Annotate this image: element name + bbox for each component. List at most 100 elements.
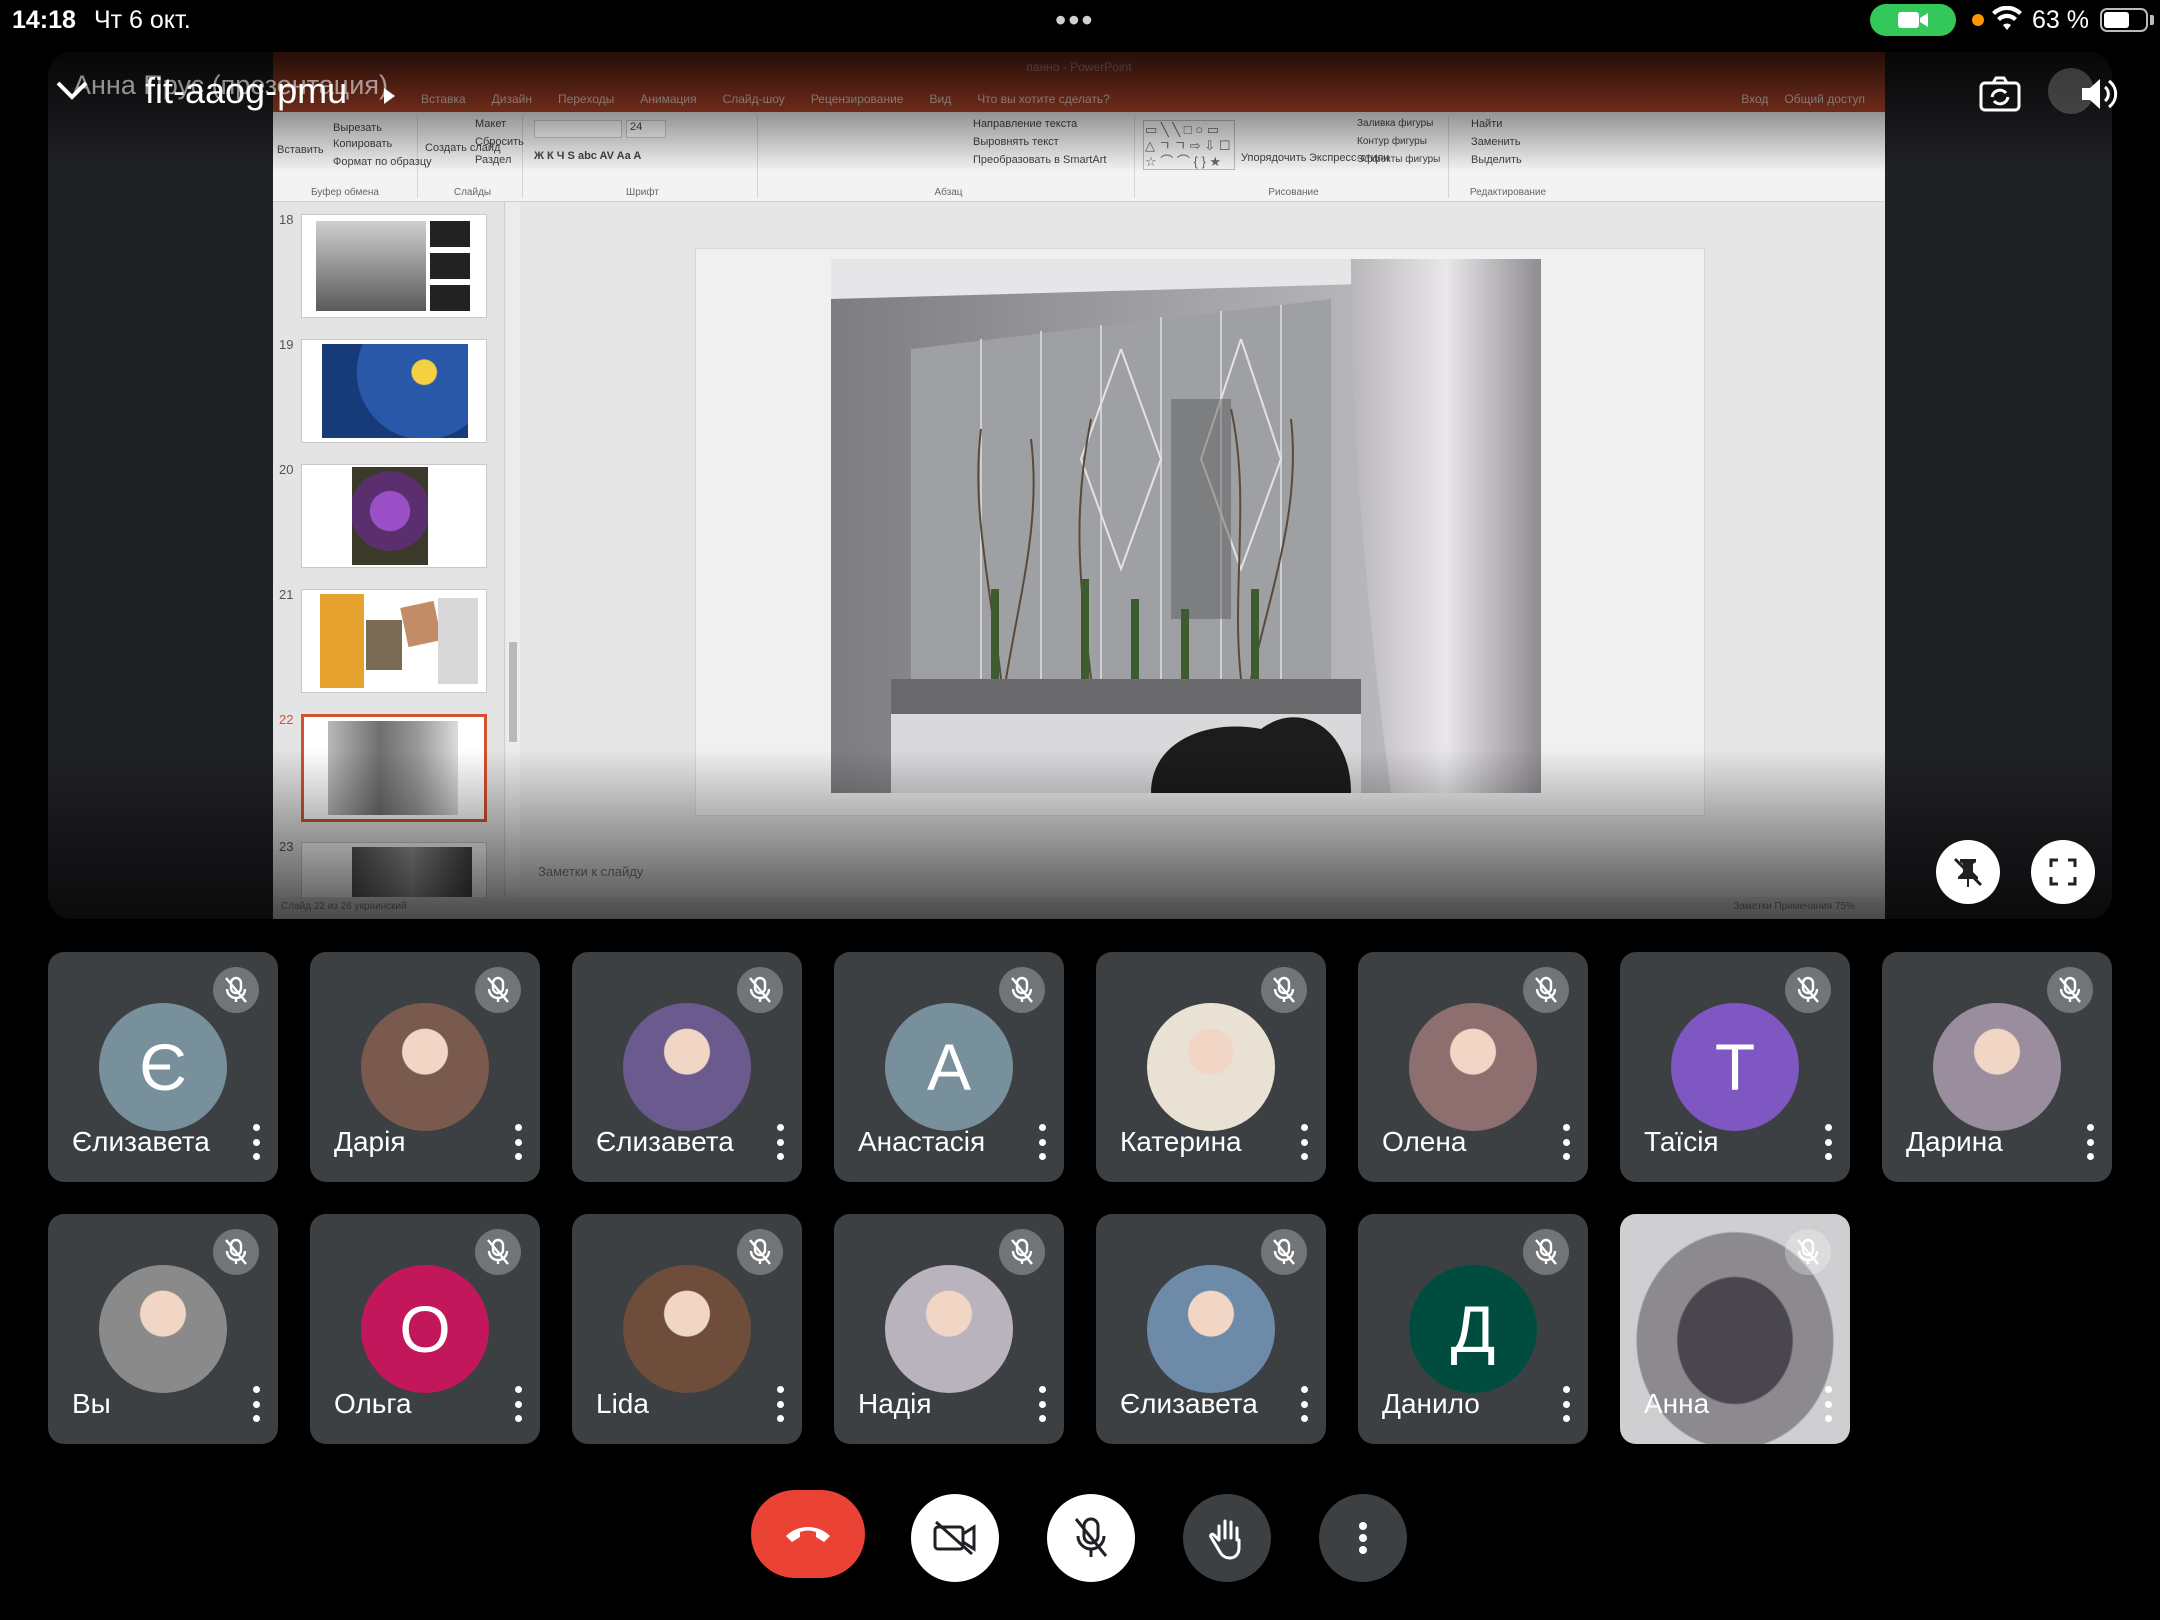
participant-tile[interactable]: Катерина <box>1096 952 1326 1182</box>
thumb-number: 21 <box>279 587 294 602</box>
end-call-button[interactable] <box>751 1490 865 1578</box>
participant-tile[interactable]: Д Данило <box>1358 1214 1588 1444</box>
hang-up-icon <box>786 1527 830 1542</box>
thumb-number: 18 <box>279 212 294 227</box>
participant-tile[interactable]: Дарія <box>310 952 540 1182</box>
unpin-button[interactable] <box>1936 840 2000 904</box>
participant-name: Анна <box>1644 1388 1710 1419</box>
participant-name: Єлизавета <box>72 1126 210 1157</box>
powerpoint-status-bar: Слайд 22 из 26 украинский Заметки Примеч… <box>273 897 1885 919</box>
participant-more-icon[interactable] <box>1823 1124 1833 1160</box>
camera-off-icon <box>933 1520 976 1556</box>
presentation-stage[interactable]: панно - PowerPoint Вставка Дизайн Переходы… <box>48 52 2112 919</box>
shape-outline-button: Контур фигуры <box>1357 136 1427 147</box>
participant-more-icon[interactable] <box>251 1386 261 1422</box>
participant-more-icon[interactable] <box>1037 1124 1047 1160</box>
participant-tile[interactable]: Анна <box>1620 1214 1850 1444</box>
participant-more-icon[interactable] <box>1299 1386 1309 1422</box>
participant-tile[interactable]: А Анастасія <box>834 952 1064 1182</box>
participant-muted-indicator <box>737 1229 783 1275</box>
participant-muted-indicator <box>475 1229 521 1275</box>
participant-tile[interactable]: Є Єлизавета <box>48 952 278 1182</box>
thumb-number: 19 <box>279 337 294 352</box>
participant-muted-indicator <box>1785 967 1831 1013</box>
participant-name: Дарина <box>1906 1126 2003 1157</box>
multitasking-dots-icon[interactable]: ••• <box>1055 2 1095 39</box>
copy-button: Копировать <box>333 138 393 150</box>
participant-more-icon[interactable] <box>513 1124 523 1160</box>
slide-thumbnail <box>301 589 487 693</box>
ribbon-group-font: 24 Ж К Ч S abc AV Aa A Шрифт <box>528 116 758 198</box>
participant-more-icon[interactable] <box>1561 1386 1571 1422</box>
participant-more-icon[interactable] <box>1299 1124 1309 1160</box>
mic-off-icon <box>1797 976 1819 1003</box>
ribbon-tab: Рецензирование <box>810 92 904 106</box>
raise-hand-button[interactable] <box>1183 1494 1271 1582</box>
participant-tile[interactable]: Єлизавета <box>1096 1214 1326 1444</box>
camera-toggle-button[interactable] <box>911 1494 999 1582</box>
speaker-icon[interactable] <box>2078 74 2120 114</box>
participant-tile[interactable]: О Ольга <box>310 1214 540 1444</box>
ribbon-tab: Переходы <box>557 92 615 106</box>
participant-more-icon[interactable] <box>1561 1124 1571 1160</box>
arrange-button: Упорядочить <box>1241 152 1307 164</box>
participant-tile[interactable]: Надія <box>834 1214 1064 1444</box>
mic-off-icon <box>749 976 771 1003</box>
participant-tile[interactable]: Дарина <box>1882 952 2112 1182</box>
find-button: Найти <box>1471 118 1503 130</box>
meeting-code[interactable]: fit-aaog-pmu <box>145 70 347 112</box>
format-painter-button: Формат по образцу <box>333 156 432 168</box>
participant-more-icon[interactable] <box>775 1124 785 1160</box>
text-direction-button: Направление текста <box>973 118 1078 130</box>
participant-muted-indicator <box>999 1229 1045 1275</box>
participant-name: Ольга <box>334 1388 412 1419</box>
switch-camera-icon[interactable] <box>1978 74 2022 114</box>
participant-tile[interactable]: Т Таїсія <box>1620 952 1850 1182</box>
participant-tile[interactable]: Lida <box>572 1214 802 1444</box>
mic-off-icon <box>1011 976 1033 1003</box>
unpin-icon <box>1953 857 1983 887</box>
participant-tile[interactable]: Олена <box>1358 952 1588 1182</box>
ribbon-group-clipboard: Вставить Вырезать Копировать Формат по о… <box>273 116 432 198</box>
current-slide <box>695 248 1705 816</box>
participant-more-icon[interactable] <box>2085 1124 2095 1160</box>
avatar <box>1147 1003 1275 1131</box>
shared-screen: панно - PowerPoint Вставка Дизайн Переходы… <box>273 52 1885 919</box>
slide-thumbnail <box>301 339 487 443</box>
participant-name: Таїсія <box>1644 1126 1719 1157</box>
participant-more-icon[interactable] <box>513 1386 523 1422</box>
more-options-button[interactable] <box>1319 1494 1407 1582</box>
mic-off-icon <box>225 976 247 1003</box>
participant-name: Надія <box>858 1388 932 1419</box>
mic-off-icon <box>487 1238 509 1265</box>
participant-tile[interactable]: Єлизавета <box>572 952 802 1182</box>
participant-more-icon[interactable] <box>775 1386 785 1422</box>
participant-tile[interactable]: Вы <box>48 1214 278 1444</box>
status-bar: 14:18 Чт 6 окт. ••• 63 % <box>0 0 2160 40</box>
ribbon-tab: Слайд-шоу <box>722 92 785 106</box>
avatar: Д <box>1409 1265 1537 1393</box>
ribbon-tab: Дизайн <box>491 92 532 106</box>
date: Чт 6 окт. <box>94 6 191 34</box>
participant-more-icon[interactable] <box>1823 1386 1833 1422</box>
sign-in-link: Вход <box>1741 92 1769 106</box>
participant-name: Дарія <box>334 1126 406 1157</box>
participant-more-icon[interactable] <box>251 1124 261 1160</box>
meeting-info-arrow-icon[interactable] <box>384 88 395 104</box>
participant-muted-indicator <box>737 967 783 1013</box>
share-link: Общий доступ <box>1784 92 1865 106</box>
ribbon-group-label: Буфер обмена <box>311 187 379 198</box>
participant-muted-indicator <box>999 967 1045 1013</box>
participant-more-icon[interactable] <box>1037 1386 1047 1422</box>
microphone-toggle-button[interactable] <box>1047 1494 1135 1582</box>
interior-mirror-photo <box>831 259 1541 793</box>
fullscreen-button[interactable] <box>2031 840 2095 904</box>
avatar <box>99 1265 227 1393</box>
ribbon-tabs: Вставка Дизайн Переходы Анимация Слайд-шоу Ре… <box>273 92 1885 112</box>
status-right: Заметки Примечания 75% <box>1733 901 1855 912</box>
wifi-icon <box>1992 6 2022 30</box>
camera-in-use-indicator[interactable] <box>1870 4 1956 36</box>
avatar <box>623 1265 751 1393</box>
avatar <box>361 1003 489 1131</box>
mic-off-icon <box>1273 976 1295 1003</box>
